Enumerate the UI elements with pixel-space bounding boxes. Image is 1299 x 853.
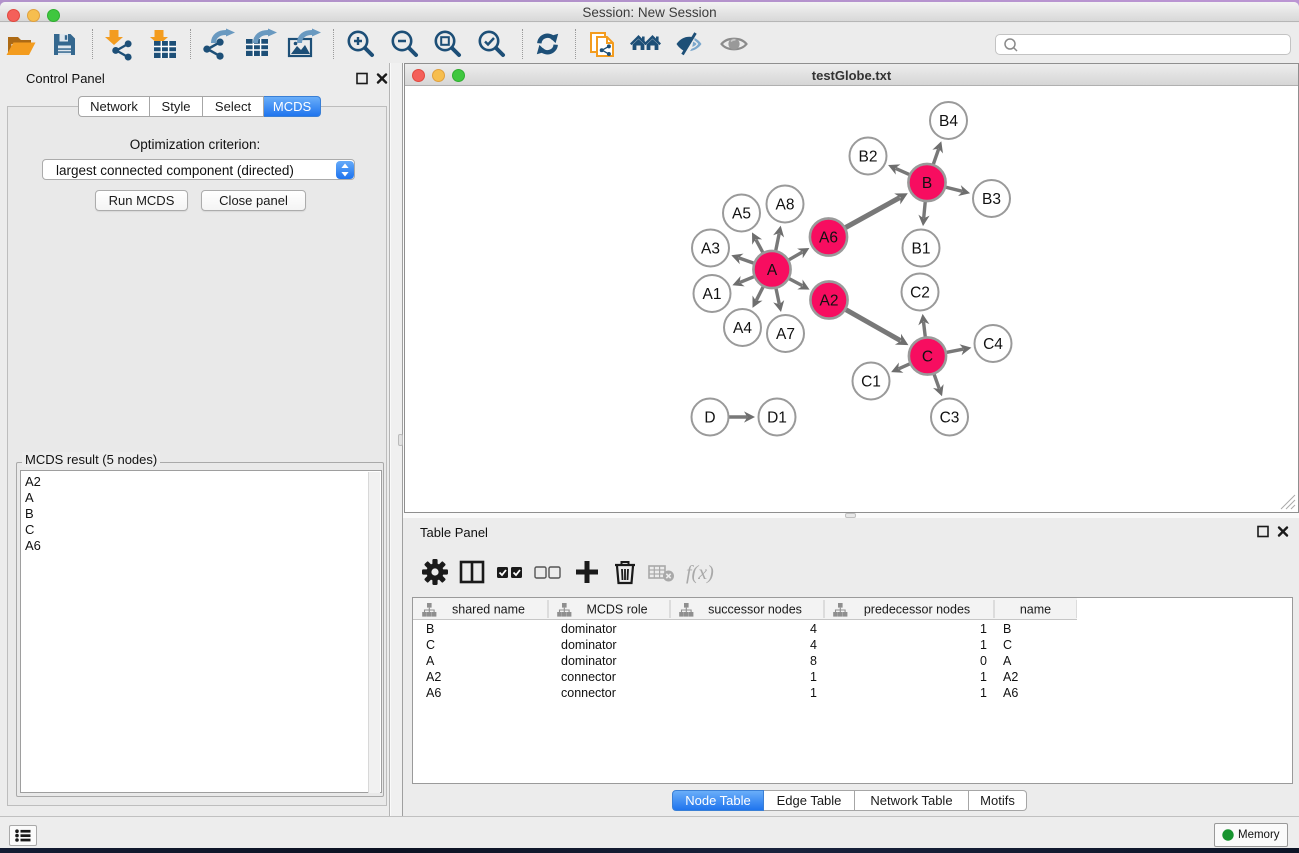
svg-text:successor nodes: successor nodes <box>708 603 802 617</box>
svg-text:C3: C3 <box>940 410 960 427</box>
svg-text:A5: A5 <box>732 206 751 223</box>
svg-text:A4: A4 <box>733 320 752 337</box>
svg-text:shared name: shared name <box>452 603 525 617</box>
svg-text:B3: B3 <box>982 191 1001 208</box>
svg-text:A2: A2 <box>820 293 839 310</box>
svg-text:B: B <box>922 175 932 192</box>
svg-text:A7: A7 <box>776 326 795 343</box>
svg-text:A3: A3 <box>701 241 720 258</box>
svg-text:D: D <box>704 410 715 427</box>
svg-text:A1: A1 <box>703 286 722 303</box>
svg-text:C: C <box>922 349 933 366</box>
svg-text:A: A <box>767 262 778 279</box>
svg-text:B4: B4 <box>939 113 958 130</box>
svg-text:D1: D1 <box>767 410 787 427</box>
svg-text:C4: C4 <box>983 336 1003 353</box>
svg-text:B2: B2 <box>859 149 878 166</box>
svg-text:MCDS role: MCDS role <box>586 603 647 617</box>
svg-text:name: name <box>1020 603 1051 617</box>
svg-text:A6: A6 <box>819 230 838 247</box>
svg-text:B1: B1 <box>912 241 931 258</box>
svg-text:C1: C1 <box>861 374 881 391</box>
svg-text:predecessor nodes: predecessor nodes <box>864 603 970 617</box>
svg-text:A8: A8 <box>776 197 795 214</box>
svg-text:C2: C2 <box>910 285 930 302</box>
